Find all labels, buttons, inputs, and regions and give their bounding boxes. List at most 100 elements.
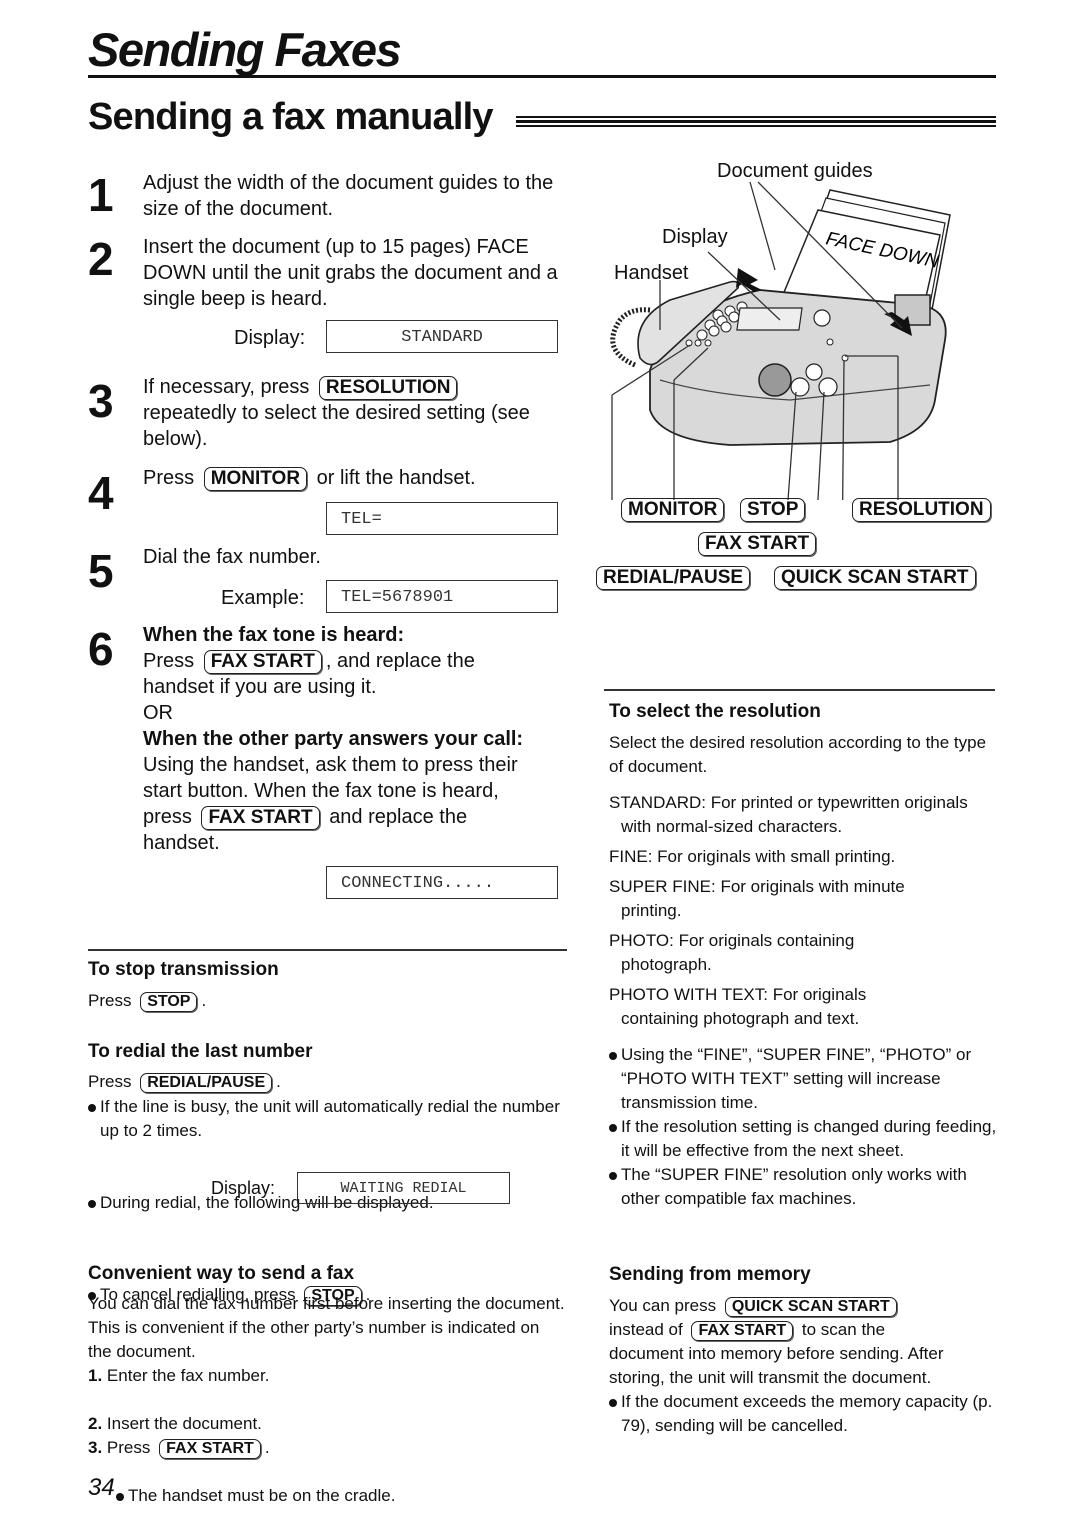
resolution-option-super-fine: SUPER FINE: For originals with minute pr…: [609, 877, 905, 920]
diagram-quick-scan-start-key-wrap: QUICK SCAN START: [770, 566, 980, 590]
step-6-line-6: handset.: [143, 832, 220, 854]
step-6-line-5: press FAX START and replace the: [143, 804, 573, 830]
resolution-key: RESOLUTION: [318, 376, 458, 400]
resolution-heading: To select the resolution: [609, 701, 821, 722]
redial-display-label: Display:: [211, 1178, 276, 1198]
step-number-5: 5: [88, 545, 114, 597]
memory-pre: You can press: [609, 1296, 717, 1315]
step-6-line-4: start button. When the fax tone is heard…: [143, 780, 499, 802]
convenient-item-3: 3. Press FAX START.: [88, 1436, 270, 1460]
diagram-monitor-key: MONITOR: [621, 498, 725, 522]
step-6-post5: and replace the: [329, 806, 468, 828]
step-number-6: 6: [88, 623, 114, 675]
resolution-notes: Using the “FINE”, “SUPER FINE”, “PHOTO” …: [609, 1043, 997, 1211]
convenient-item-2: 2. Insert the document.: [88, 1412, 262, 1436]
diagram-fax-start-key: FAX START: [698, 532, 817, 556]
redial-pause-key: REDIAL/PAUSE: [140, 1073, 273, 1094]
stop-key: STOP: [140, 992, 198, 1013]
resolution-option-standard: STANDARD: For printed or typewritten ori…: [609, 793, 968, 836]
memory-bullet: If the document exceeds the memory capac…: [609, 1390, 994, 1438]
arrow-icon: [736, 268, 762, 292]
stop-pre: Press: [88, 991, 132, 1010]
diagram-stop-key-wrap: STOP: [736, 498, 809, 522]
redial-post: .: [276, 1072, 281, 1091]
lcd-display-tel-number: TEL=5678901: [326, 580, 558, 613]
resolution-option-fine: FINE: For originals with small printing.: [609, 847, 896, 866]
lcd-display-connecting: CONNECTING.....: [326, 866, 558, 899]
lcd-display-waiting-redial: WAITING REDIAL: [297, 1172, 510, 1204]
diagram-stop-key: STOP: [740, 498, 806, 522]
resolution-options: STANDARD: For printed or typewritten ori…: [609, 791, 989, 1031]
display-label: Display:: [234, 327, 306, 349]
item-pre: Press: [106, 1438, 151, 1457]
stop-transmission-text: Press STOP.: [88, 989, 206, 1013]
item-text: Insert the document.: [106, 1414, 262, 1433]
chapter-divider: [88, 75, 996, 78]
lcd-display-tel: TEL=: [326, 502, 558, 535]
step-number-1: 1: [88, 169, 114, 221]
step-6-or: OR: [143, 702, 173, 724]
item-post: .: [264, 1438, 270, 1457]
fax-machine-illustration: FACE DOWN: [610, 181, 951, 500]
step-6-line-1: Press FAX START, and replace the: [143, 648, 573, 674]
quick-scan-start-key: QUICK SCAN START: [724, 1297, 897, 1318]
step-6-post1: , and replace the: [325, 650, 475, 672]
step-6-line-3: Using the handset, ask them to press the…: [143, 754, 518, 776]
diagram-resolution-key-wrap: RESOLUTION: [848, 498, 995, 522]
redial-pre: Press: [88, 1072, 132, 1091]
convenient-item-1: 1. Enter the fax number.: [88, 1364, 269, 1388]
memory-mid: instead of: [609, 1320, 683, 1339]
memory-line-2: instead of FAX START to scan the: [609, 1318, 994, 1342]
step-4-pre: Press: [143, 467, 195, 489]
resolution-option-photo-with-text: PHOTO WITH TEXT: For originals containin…: [609, 985, 867, 1028]
step-6-heading-fax-tone: When the fax tone is heard:: [143, 624, 405, 646]
memory-rest: document into memory before sending. Aft…: [609, 1344, 944, 1387]
fax-start-key: FAX START: [201, 806, 320, 830]
item-number: 3.: [88, 1438, 103, 1457]
convenient-heading: Convenient way to send a fax: [88, 1263, 355, 1284]
memory-text: You can press QUICK SCAN START instead o…: [609, 1294, 994, 1438]
resolution-option-photo: PHOTO: For originals containing photogra…: [609, 931, 855, 974]
step-number-2: 2: [88, 233, 114, 285]
step-6-heading-other-party: When the other party answers your call:: [143, 728, 524, 750]
item-text: Enter the fax number.: [106, 1366, 270, 1385]
fax-start-key: FAX START: [691, 1321, 794, 1342]
resolution-intro: Select the desired resolution according …: [609, 733, 987, 776]
resolution-note: The “SUPER FINE” resolution only works w…: [609, 1163, 991, 1211]
memory-post: to scan the: [801, 1320, 886, 1339]
stop-post: .: [201, 991, 207, 1010]
chapter-title: Sending Faxes: [88, 23, 402, 76]
diagram-monitor-key-wrap: MONITOR: [617, 498, 728, 522]
step-2-text: Insert the document (up to 15 pages) FAC…: [143, 236, 558, 310]
diagram-quick-scan-start-key: QUICK SCAN START: [774, 566, 976, 590]
step-3-pre: If necessary, press: [143, 376, 310, 398]
item-number: 1.: [88, 1366, 103, 1385]
section-divider: [88, 949, 567, 951]
fax-start-key: FAX START: [159, 1439, 261, 1460]
item-number: 2.: [88, 1414, 103, 1433]
step-number-3: 3: [88, 375, 114, 427]
convenient-intro: You can dial the fax number first before…: [88, 1294, 565, 1361]
step-3-post: repeatedly to select the desired setting…: [143, 402, 530, 450]
section-title-rule: [516, 116, 996, 130]
convenient-sub-bullet: The handset must be on the cradle.: [116, 1484, 1080, 1508]
monitor-key: MONITOR: [203, 467, 308, 491]
memory-line-1: You can press QUICK SCAN START: [609, 1294, 994, 1318]
step-6-text: When the fax tone is heard: Press FAX ST…: [143, 622, 573, 856]
resolution-note: If the resolution setting is changed dur…: [609, 1115, 997, 1163]
memory-heading: Sending from memory: [609, 1264, 811, 1285]
step-4-text: Press MONITOR or lift the handset.: [143, 465, 573, 491]
section-title: Sending a fax manually: [88, 96, 494, 138]
redial-text: Press REDIAL/PAUSE.: [88, 1070, 281, 1094]
diagram-resolution-key: RESOLUTION: [852, 498, 991, 522]
stop-transmission-heading: To stop transmission: [88, 959, 279, 980]
step-3-text: If necessary, press RESOLUTION repeatedl…: [143, 374, 573, 452]
section-divider: [604, 689, 995, 691]
lcd-display-standard: STANDARD: [326, 320, 558, 353]
diagram-redial-pause-key: REDIAL/PAUSE: [596, 566, 751, 590]
redial-heading: To redial the last number: [88, 1041, 313, 1062]
page-number: 34: [88, 1474, 115, 1501]
step-5-text: Dial the fax number.: [143, 546, 321, 568]
step-number-4: 4: [88, 467, 114, 519]
step-6-pre5: press: [143, 806, 192, 828]
